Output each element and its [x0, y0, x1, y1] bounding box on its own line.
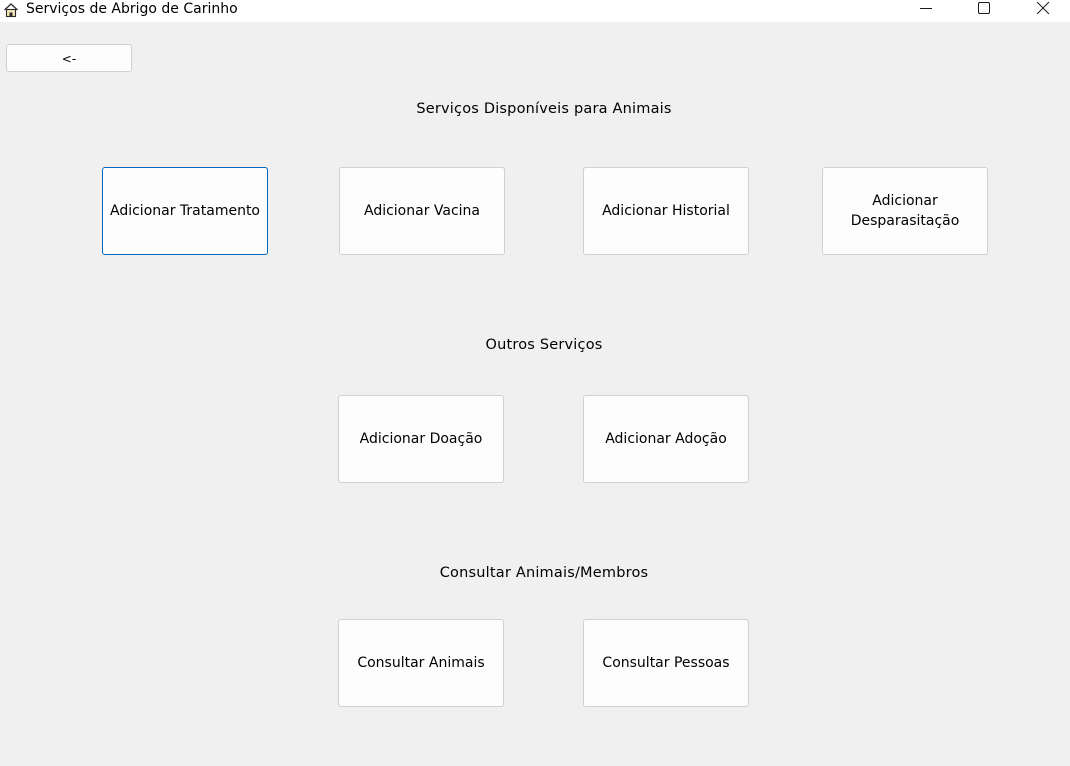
consult-heading: Consultar Animais/Membros [439, 565, 649, 581]
add-adoption-label: Adicionar Adoção [605, 431, 727, 447]
add-treatment-label: Adicionar Tratamento [110, 203, 260, 219]
back-button[interactable]: <- [6, 44, 132, 72]
add-adoption-button[interactable]: Adicionar Adoção [583, 395, 749, 483]
close-icon [1036, 1, 1050, 15]
maximize-icon [978, 2, 990, 14]
add-deworming-button[interactable]: Adicionar Desparasitação [822, 167, 988, 255]
consult-people-button[interactable]: Consultar Pessoas [583, 619, 749, 707]
consult-animals-button[interactable]: Consultar Animais [338, 619, 504, 707]
animal-services-heading: Serviços Disponíveis para Animais [416, 101, 672, 117]
add-history-label: Adicionar Historial [602, 203, 730, 219]
close-button[interactable] [1023, 0, 1063, 18]
add-vaccine-label: Adicionar Vacina [363, 203, 481, 219]
add-deworming-label: Adicionar Desparasitação [850, 193, 960, 229]
consult-animals-label: Consultar Animais [357, 655, 485, 671]
add-donation-label: Adicionar Doação [359, 431, 483, 447]
house-icon [3, 2, 19, 18]
add-history-button[interactable]: Adicionar Historial [583, 167, 749, 255]
minimize-icon [920, 8, 932, 9]
minimize-button[interactable] [906, 0, 946, 18]
add-donation-button[interactable]: Adicionar Doação [338, 395, 504, 483]
add-vaccine-button[interactable]: Adicionar Vacina [339, 167, 505, 255]
title-bar: Serviços de Abrigo de Carinho [0, 0, 1070, 22]
add-treatment-button[interactable]: Adicionar Tratamento [102, 167, 268, 255]
other-services-heading: Outros Serviços [485, 337, 603, 353]
maximize-button[interactable] [964, 0, 1004, 18]
window-title: Serviços de Abrigo de Carinho [26, 1, 238, 17]
consult-people-label: Consultar Pessoas [602, 655, 730, 671]
